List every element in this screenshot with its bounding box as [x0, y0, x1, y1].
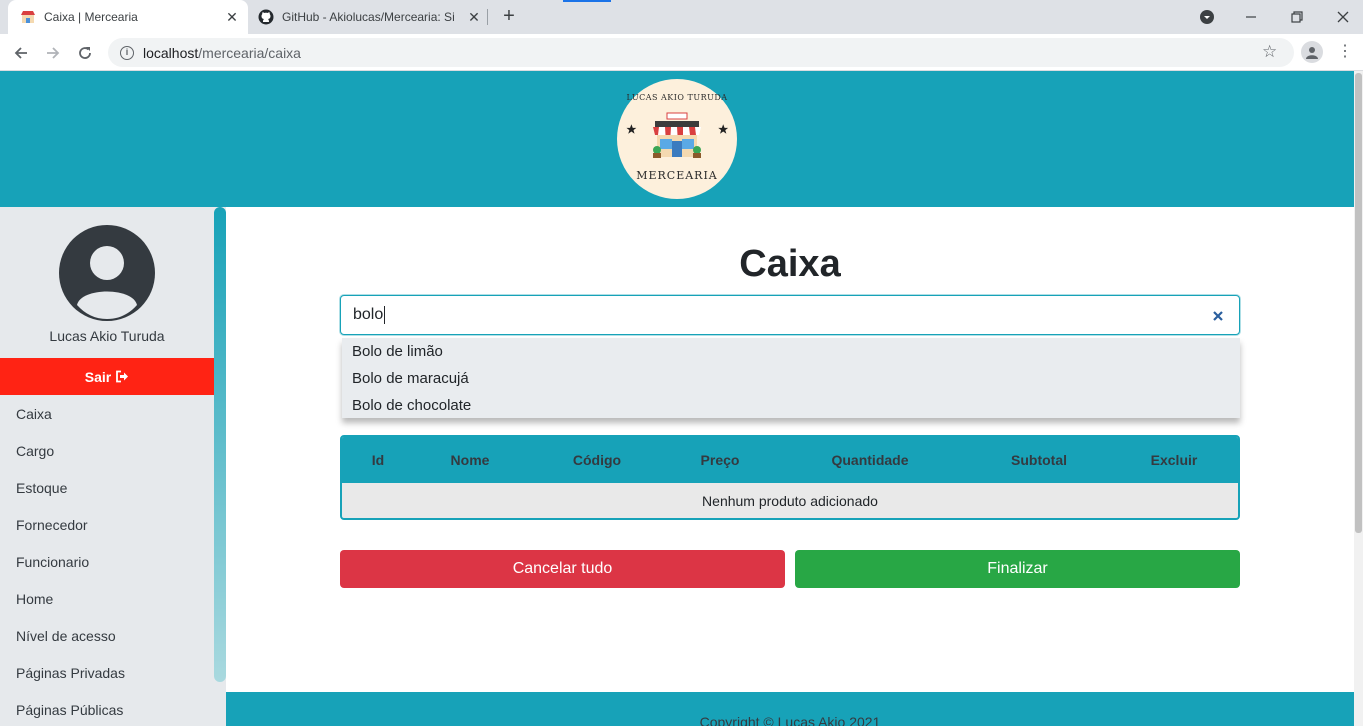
sidebar-item-caixa[interactable]: Caixa: [0, 395, 214, 432]
cart-table: Id Nome Código Preço Quantidade Subtotal…: [340, 435, 1240, 520]
site-header: LUCAS AKIO TURUDA MERCEARIA: [0, 71, 1354, 207]
new-tab-plus-icon[interactable]: +: [498, 6, 520, 28]
page-viewport: LUCAS AKIO TURUDA MERCEARIA Lucas Akio T…: [0, 71, 1354, 726]
sidebar-item-paginas-privadas[interactable]: Páginas Privadas: [0, 654, 214, 691]
empty-table-message: Nenhum produto adicionado: [702, 492, 878, 509]
sidebar-item-nivel-de-acesso[interactable]: Nível de acesso: [0, 617, 214, 654]
sidebar-item-funcionario[interactable]: Funcionario: [0, 543, 214, 580]
browser-toolbar: i localhost/mercearia/caixa ☆ ⋮: [0, 34, 1363, 71]
logout-button[interactable]: Sair: [0, 358, 214, 395]
sidebar-scrollbar[interactable]: [214, 207, 226, 682]
user-name: Lucas Akio Turuda: [49, 328, 165, 344]
browser-tab-github[interactable]: GitHub - Akiolucas/Mercearia: Si ✕: [250, 0, 490, 34]
tab-title: GitHub - Akiolucas/Mercearia: Si: [282, 10, 455, 24]
site-info-icon[interactable]: i: [120, 45, 134, 60]
tab-loading-indicator: [563, 0, 611, 2]
sidebar-item-fornecedor[interactable]: Fornecedor: [0, 506, 214, 543]
text-caret: [384, 306, 386, 324]
profile-icon[interactable]: [1301, 41, 1323, 63]
url-path: /mercearia/caixa: [198, 44, 301, 61]
reload-icon[interactable]: [72, 40, 98, 66]
table-header: Id Nome Código Preço Quantidade Subtotal…: [342, 437, 1238, 483]
column-header-subtotal: Subtotal: [1011, 452, 1067, 468]
user-circle-icon: [59, 225, 155, 321]
sidebar-item-paginas-publicas[interactable]: Páginas Públicas: [0, 691, 214, 726]
bookmark-star-icon[interactable]: ☆: [1262, 42, 1277, 62]
column-header-codigo: Código: [572, 452, 622, 468]
browser-menu-icon[interactable]: ⋮: [1337, 42, 1353, 62]
browser-tab-caixa[interactable]: Caixa | Mercearia ✕: [8, 0, 248, 34]
sidebar-item-home[interactable]: Home: [0, 580, 214, 617]
suggestion-item[interactable]: Bolo de limão: [342, 338, 1240, 365]
store-logo[interactable]: LUCAS AKIO TURUDA MERCEARIA: [617, 79, 737, 199]
close-icon[interactable]: [1208, 306, 1228, 326]
sidebar-item-cargo[interactable]: Cargo: [0, 432, 214, 469]
address-bar[interactable]: i localhost/mercearia/caixa: [108, 38, 1294, 67]
page-title: Caixa: [739, 243, 841, 285]
tab-close-icon[interactable]: ✕: [464, 9, 484, 26]
logo-bottom-text: MERCEARIA: [636, 169, 718, 182]
sign-out-icon: [116, 370, 129, 383]
store-favicon-icon: [20, 9, 36, 25]
suggestion-item[interactable]: Bolo de chocolate: [342, 392, 1240, 419]
tab-separator: [487, 9, 488, 25]
column-header-quantidade: Quantidade: [831, 452, 909, 468]
column-header-preco: Preço: [700, 452, 740, 468]
search-value: bolo: [353, 306, 384, 323]
copyright-text: Copyright © Lucas Akio 2021: [699, 714, 881, 726]
forward-icon[interactable]: [40, 40, 66, 66]
back-icon[interactable]: [8, 40, 34, 66]
autocomplete-dropdown: Bolo de limão Bolo de maracujá Bolo de c…: [342, 338, 1240, 418]
page-scrollbar-thumb[interactable]: [1355, 73, 1362, 533]
logout-label: Sair: [84, 368, 112, 385]
suggestion-item[interactable]: Bolo de maracujá: [342, 365, 1240, 392]
restore-icon[interactable]: [1284, 4, 1310, 30]
url-host: localhost: [143, 44, 199, 61]
github-favicon-icon: [258, 9, 274, 25]
browser-tab-bar: Caixa | Mercearia ✕ GitHub - Akiolucas/M…: [0, 0, 1363, 34]
column-header-id: Id: [371, 452, 385, 468]
tab-title: Caixa | Mercearia: [44, 10, 138, 24]
minimize-icon[interactable]: [1238, 4, 1264, 30]
cancel-all-button[interactable]: Cancelar tudo: [340, 550, 785, 588]
sidebar: Lucas Akio Turuda Sair Caixa Cargo Estoq…: [0, 207, 226, 726]
product-search-input[interactable]: bolo: [340, 295, 1240, 335]
tab-close-icon[interactable]: ✕: [222, 9, 242, 26]
column-header-nome: Nome: [450, 452, 490, 468]
close-window-icon[interactable]: [1330, 4, 1356, 30]
sidebar-item-estoque[interactable]: Estoque: [0, 469, 214, 506]
finish-button[interactable]: Finalizar: [795, 550, 1240, 588]
tab-search-icon[interactable]: [1194, 4, 1220, 30]
page-scrollbar[interactable]: [1354, 71, 1363, 726]
site-footer: Copyright © Lucas Akio 2021: [226, 692, 1354, 726]
column-header-excluir: Excluir: [1150, 452, 1198, 468]
